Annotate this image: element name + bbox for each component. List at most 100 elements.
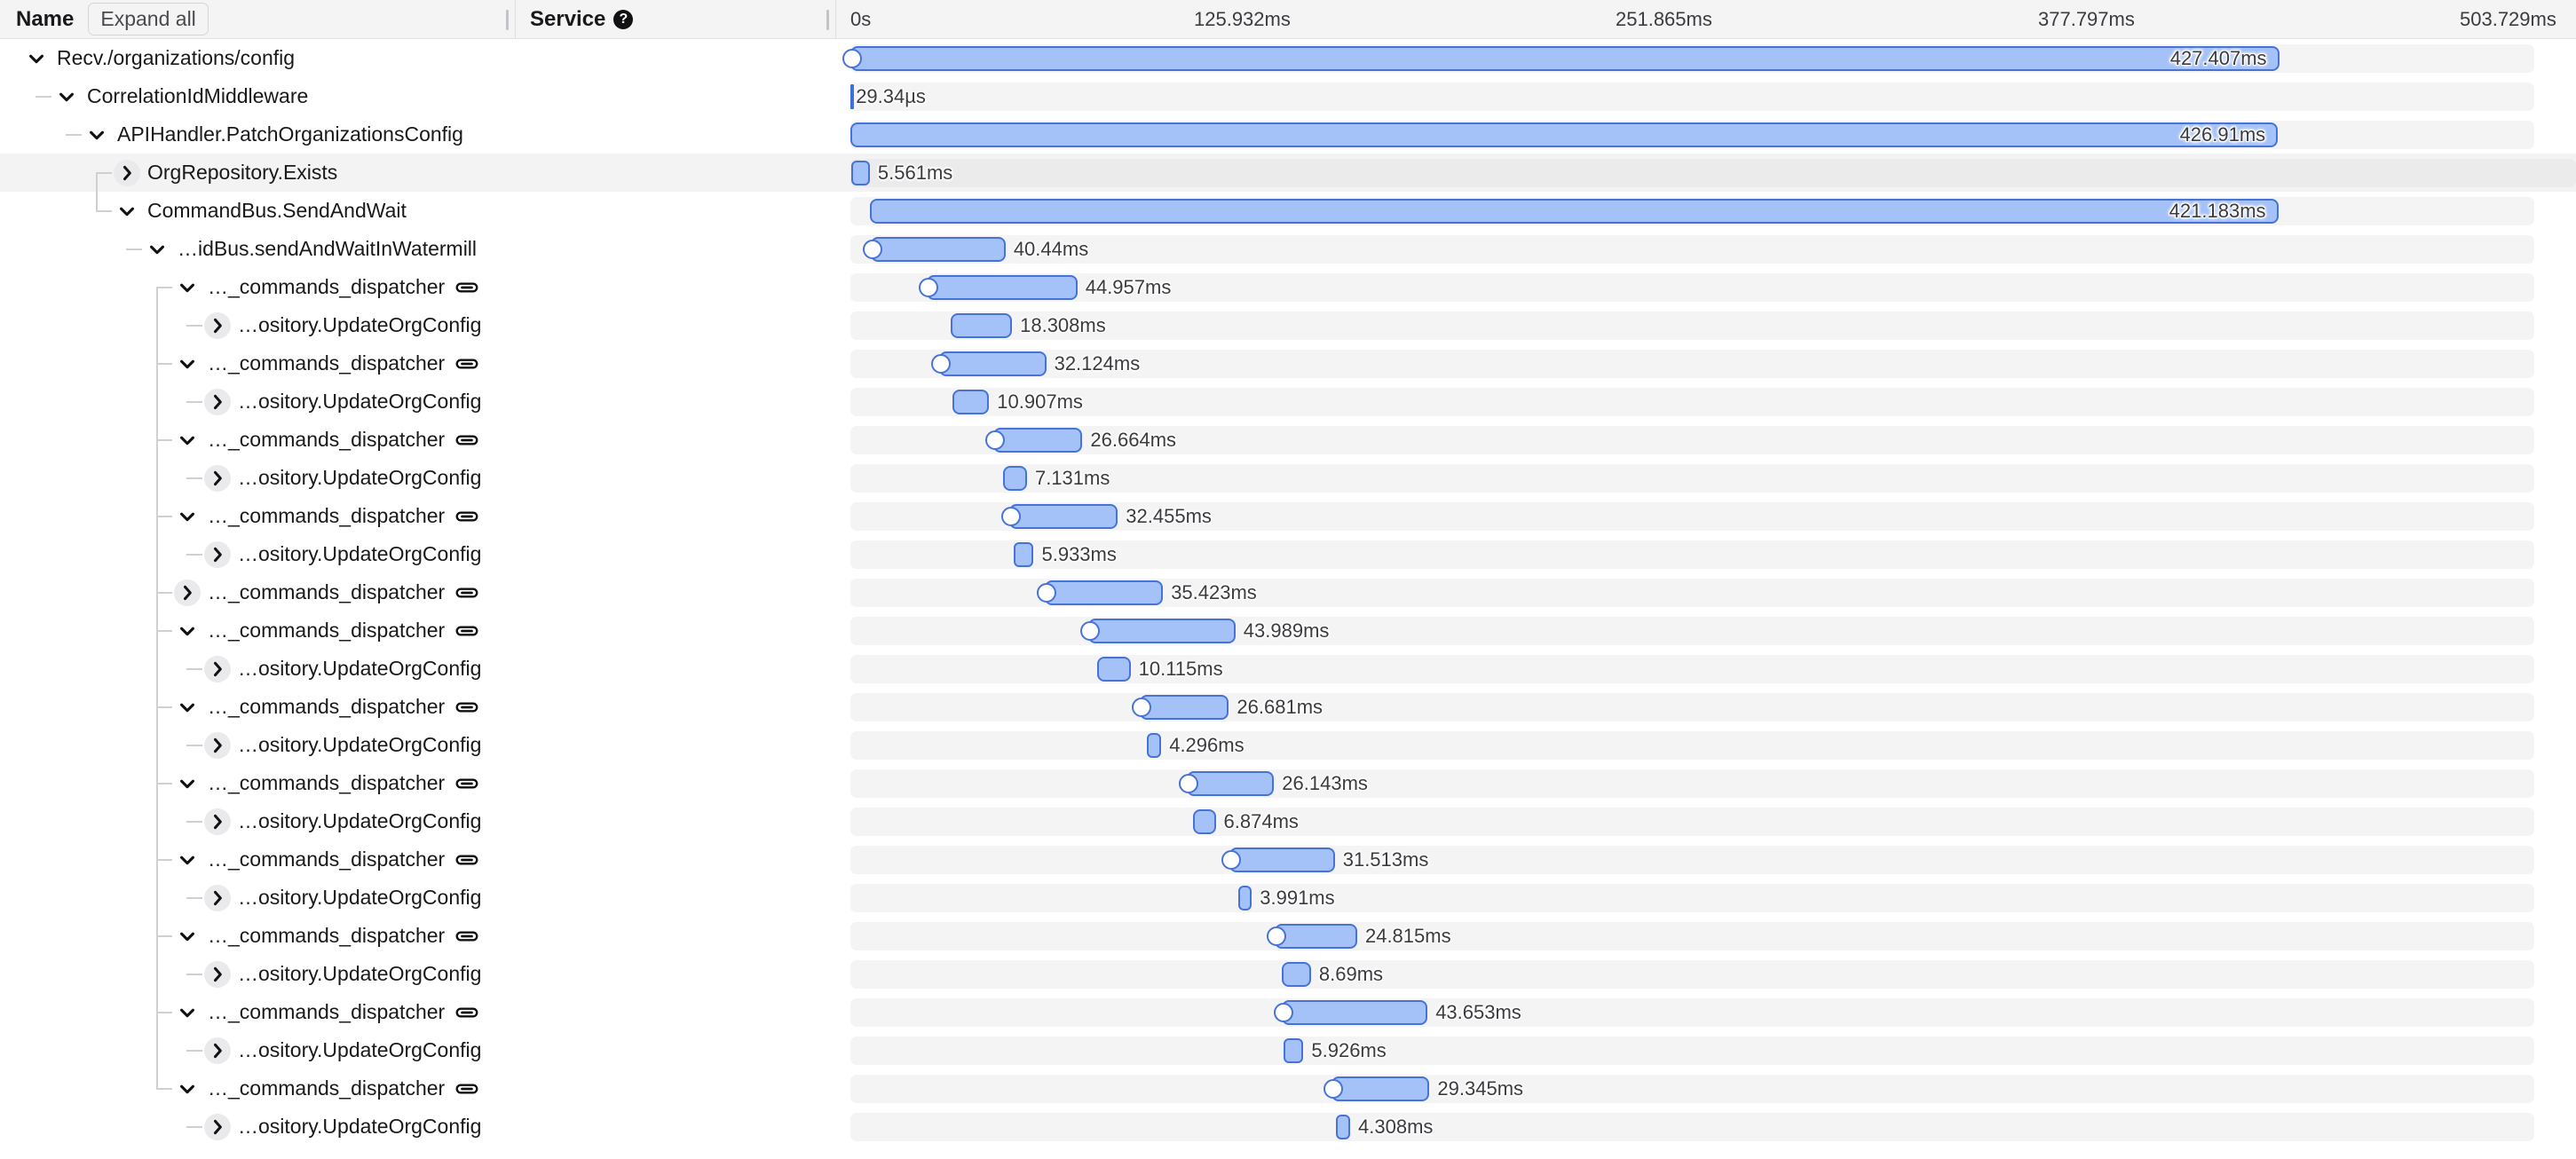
span-bar[interactable] <box>938 351 1047 376</box>
span-bar[interactable] <box>1147 733 1162 758</box>
span-bar[interactable] <box>1096 657 1131 682</box>
span-row[interactable]: …ository.UpdateOrgConfig 5.933ms <box>0 535 2576 573</box>
span-start-marker-icon[interactable] <box>1323 1079 1343 1099</box>
span-bar[interactable] <box>850 84 855 109</box>
span-row[interactable]: Recv./organizations/config 427.407ms <box>0 39 2576 77</box>
chevron-right-icon[interactable] <box>204 1037 231 1064</box>
chevron-down-icon[interactable] <box>174 351 201 377</box>
span-bar[interactable] <box>952 390 990 414</box>
span-row[interactable]: …_commands_dispatcher 43.989ms <box>0 611 2576 650</box>
link-icon[interactable] <box>455 1077 478 1100</box>
link-icon[interactable] <box>455 925 478 948</box>
span-bar[interactable] <box>1088 619 1236 643</box>
span-bar[interactable] <box>1044 580 1164 605</box>
span-bar[interactable] <box>1009 504 1118 529</box>
span-start-marker-icon[interactable] <box>1036 583 1056 603</box>
span-row[interactable]: …ository.UpdateOrgConfig 7.131ms <box>0 459 2576 497</box>
span-bar[interactable] <box>1282 962 1311 987</box>
link-icon[interactable] <box>455 276 478 299</box>
span-row[interactable]: …_commands_dispatcher 32.455ms <box>0 497 2576 535</box>
span-row[interactable]: …ository.UpdateOrgConfig 3.991ms <box>0 879 2576 917</box>
chevron-down-icon[interactable] <box>144 236 170 263</box>
span-bar[interactable] <box>1003 466 1027 491</box>
link-icon[interactable] <box>455 581 478 604</box>
chevron-down-icon[interactable] <box>174 274 201 301</box>
span-start-marker-icon[interactable] <box>1080 621 1101 641</box>
chevron-down-icon[interactable] <box>174 923 201 950</box>
chevron-down-icon[interactable] <box>174 770 201 797</box>
span-start-marker-icon[interactable] <box>1266 926 1286 946</box>
span-row[interactable]: CommandBus.SendAndWait 421.183ms <box>0 192 2576 230</box>
span-start-marker-icon[interactable] <box>1221 850 1242 870</box>
span-start-marker-icon[interactable] <box>1178 774 1198 793</box>
span-row[interactable]: APIHandler.PatchOrganizationsConfig 426.9… <box>0 115 2576 154</box>
span-bar[interactable] <box>850 46 2280 71</box>
column-resize-handle-name[interactable] <box>506 10 509 30</box>
link-icon[interactable] <box>455 505 478 528</box>
chevron-right-icon[interactable] <box>174 580 201 606</box>
link-icon[interactable] <box>455 696 478 719</box>
span-bar[interactable] <box>927 275 1078 300</box>
chevron-right-icon[interactable] <box>204 465 231 492</box>
span-bar[interactable] <box>1335 1115 1351 1139</box>
span-row[interactable]: …ository.UpdateOrgConfig 8.69ms <box>0 955 2576 993</box>
chevron-down-icon[interactable] <box>174 503 201 530</box>
span-row[interactable]: OrgRepository.Exists 5.561ms <box>0 154 2576 192</box>
span-row[interactable]: …_commands_dispatcher 35.423ms <box>0 573 2576 611</box>
chevron-down-icon[interactable] <box>23 45 50 72</box>
span-start-marker-icon[interactable] <box>862 240 882 259</box>
span-bar[interactable] <box>1331 1076 1430 1101</box>
span-bar[interactable] <box>1284 1038 1304 1063</box>
span-bar[interactable] <box>850 161 870 185</box>
span-bar[interactable] <box>1229 848 1335 872</box>
span-bar[interactable] <box>1192 809 1216 834</box>
span-row[interactable]: …ository.UpdateOrgConfig 10.115ms <box>0 650 2576 688</box>
span-row[interactable]: …_commands_dispatcher 26.664ms <box>0 421 2576 459</box>
span-bar[interactable] <box>1281 1000 1428 1025</box>
chevron-down-icon[interactable] <box>174 618 201 644</box>
chevron-down-icon[interactable] <box>174 427 201 453</box>
span-row[interactable]: …_commands_dispatcher 26.681ms <box>0 688 2576 726</box>
span-bar[interactable] <box>1014 542 1034 567</box>
span-row[interactable]: …_commands_dispatcher 43.653ms <box>0 993 2576 1031</box>
chevron-right-icon[interactable] <box>204 961 231 988</box>
question-mark-icon[interactable]: ? <box>613 9 634 29</box>
span-bar[interactable] <box>1274 924 1357 949</box>
span-start-marker-icon[interactable] <box>984 430 1005 450</box>
span-start-marker-icon[interactable] <box>842 49 862 68</box>
span-bar[interactable] <box>951 313 1013 338</box>
chevron-down-icon[interactable] <box>174 1076 201 1102</box>
span-bar[interactable] <box>1238 886 1252 911</box>
span-row[interactable]: …ository.UpdateOrgConfig 6.874ms <box>0 802 2576 840</box>
span-row[interactable]: …ository.UpdateOrgConfig 4.296ms <box>0 726 2576 764</box>
span-bar[interactable] <box>1186 771 1275 796</box>
chevron-down-icon[interactable] <box>174 847 201 873</box>
span-row[interactable]: …_commands_dispatcher 44.957ms <box>0 268 2576 306</box>
span-bar[interactable] <box>850 122 2279 147</box>
chevron-right-icon[interactable] <box>204 541 231 568</box>
chevron-down-icon[interactable] <box>174 694 201 721</box>
link-icon[interactable] <box>455 1001 478 1024</box>
span-row[interactable]: CorrelationIdMiddleware 29.34µs <box>0 77 2576 115</box>
chevron-down-icon[interactable] <box>114 198 140 225</box>
chevron-right-icon[interactable] <box>204 312 231 339</box>
span-bar[interactable] <box>1139 695 1229 720</box>
span-row[interactable]: …_commands_dispatcher 29.345ms <box>0 1069 2576 1108</box>
span-row[interactable]: …idBus.sendAndWaitInWatermill 40.44ms <box>0 230 2576 268</box>
span-row[interactable]: …_commands_dispatcher 32.124ms <box>0 344 2576 382</box>
column-resize-handle-service[interactable] <box>826 10 829 30</box>
span-start-marker-icon[interactable] <box>1001 507 1022 526</box>
span-row[interactable]: …ository.UpdateOrgConfig 10.907ms <box>0 382 2576 421</box>
link-icon[interactable] <box>455 352 478 375</box>
chevron-down-icon[interactable] <box>174 999 201 1026</box>
chevron-down-icon[interactable] <box>53 83 80 110</box>
span-row[interactable]: …ository.UpdateOrgConfig 5.926ms <box>0 1031 2576 1069</box>
span-row[interactable]: …_commands_dispatcher 24.815ms <box>0 917 2576 955</box>
chevron-right-icon[interactable] <box>204 732 231 759</box>
span-row[interactable]: …ository.UpdateOrgConfig 18.308ms <box>0 306 2576 344</box>
span-start-marker-icon[interactable] <box>930 354 951 374</box>
chevron-right-icon[interactable] <box>114 160 140 186</box>
span-bar[interactable] <box>992 428 1083 453</box>
span-bar[interactable] <box>870 237 1006 262</box>
chevron-right-icon[interactable] <box>204 885 231 911</box>
